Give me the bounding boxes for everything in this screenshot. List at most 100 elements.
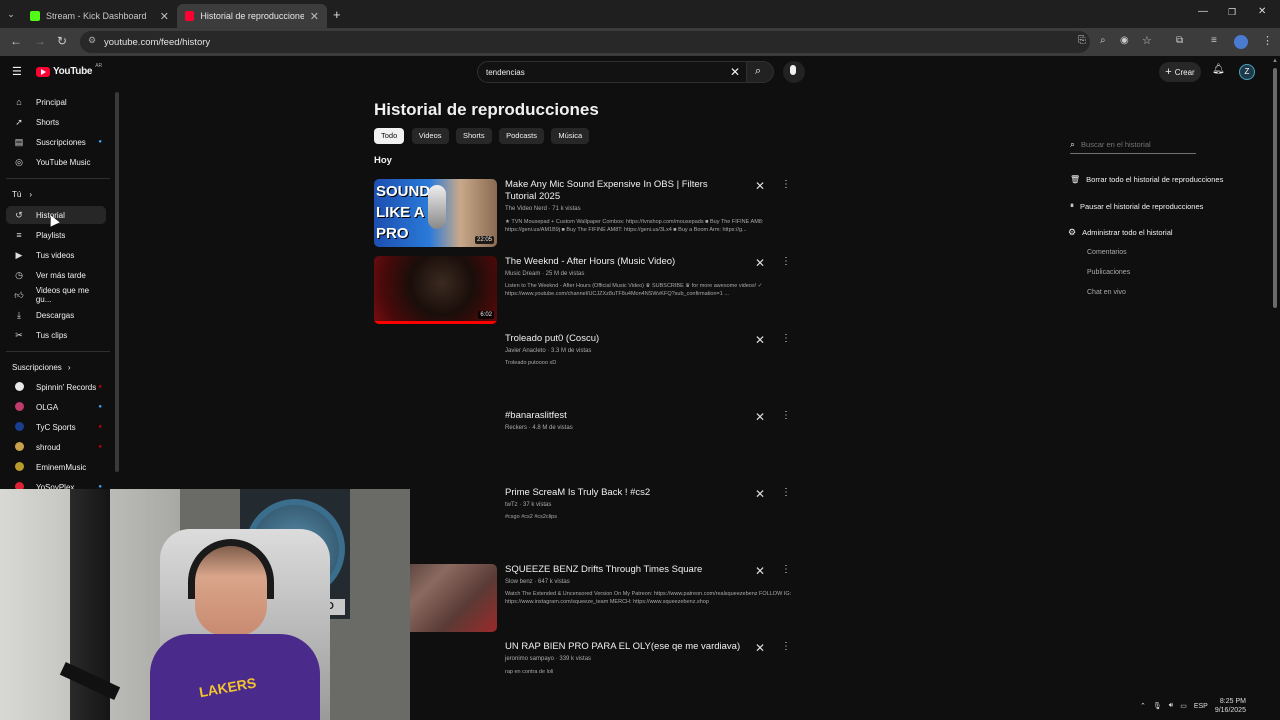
- close-window-icon[interactable]: ✕: [1258, 6, 1266, 17]
- video-thumbnail[interactable]: SOUND LIKE A PRO 22:05: [374, 179, 497, 247]
- video-title[interactable]: UN RAP BIEN PRO PARA EL OLY(ese qe me va…: [505, 641, 745, 653]
- sidebar-item-home[interactable]: ⌂ Principal: [6, 93, 106, 111]
- history-video-item[interactable]: #banaraslitfest Reckers · 4.8 M de vista…: [374, 410, 814, 480]
- media-control-icon[interactable]: ≡: [1211, 35, 1217, 46]
- sidebar-item-shorts[interactable]: ➚ Shorts: [6, 113, 106, 131]
- search-input[interactable]: tendencias: [486, 68, 525, 77]
- tab-list-icon[interactable]: ⌄: [0, 9, 22, 20]
- language-indicator[interactable]: ESP: [1194, 703, 1208, 710]
- more-actions-icon[interactable]: ⋮: [781, 333, 791, 344]
- more-actions-icon[interactable]: ⋮: [781, 179, 791, 190]
- hamburger-menu-icon[interactable]: ☰: [12, 65, 22, 78]
- sidebar-item-clips[interactable]: ✂ Tus clips: [6, 326, 106, 344]
- extensions-icon[interactable]: ⧉: [1176, 35, 1183, 46]
- chip-shorts[interactable]: Shorts: [455, 128, 492, 144]
- zoom-icon[interactable]: ⌕: [1100, 35, 1106, 46]
- chip-all[interactable]: Todo: [374, 128, 405, 144]
- notifications-bell-icon[interactable]: 🔔︎: [1212, 64, 1225, 75]
- chip-podcasts[interactable]: Podcasts: [499, 128, 544, 144]
- microphone-tray-icon[interactable]: 🎙︎: [1153, 702, 1162, 710]
- more-actions-icon[interactable]: ⋮: [781, 641, 791, 652]
- voice-search-button[interactable]: [783, 61, 805, 83]
- volume-icon[interactable]: 🔊︎: [1169, 702, 1173, 710]
- tray-overflow-icon[interactable]: ⌃: [1140, 702, 1146, 710]
- remove-from-history-icon[interactable]: ✕: [755, 564, 765, 578]
- video-meta[interactable]: Javier Anacleto · 3.3 M de vistas: [505, 348, 591, 354]
- display-icon[interactable]: ▭: [1180, 702, 1187, 710]
- tab-history[interactable]: Historial de reproducciones - Y ✕: [177, 4, 327, 28]
- video-title[interactable]: The Weeknd - After Hours (Music Video): [505, 256, 735, 268]
- history-video-item[interactable]: Prime ScreaM Is Truly Back ! #cs2 twTz ·…: [374, 487, 814, 557]
- video-title[interactable]: #banaraslitfest: [505, 410, 735, 422]
- video-meta[interactable]: Music Dream · 25 M de vistas: [505, 271, 584, 277]
- remove-from-history-icon[interactable]: ✕: [755, 410, 765, 424]
- chip-videos[interactable]: Videos: [411, 128, 449, 144]
- remove-from-history-icon[interactable]: ✕: [755, 487, 765, 501]
- chip-music[interactable]: Música: [551, 128, 590, 144]
- history-video-item[interactable]: Troleado put0 (Coscu) Javier Anacleto · …: [374, 333, 814, 403]
- sidebar-subscriptions-header[interactable]: Suscripciones ›: [6, 358, 106, 376]
- manage-posts-link[interactable]: Publicaciones: [1087, 269, 1130, 276]
- history-video-item[interactable]: UN RAP BIEN PRO PARA EL OLY(ese qe me va…: [374, 641, 814, 701]
- browser-menu-icon[interactable]: ⋮: [1262, 34, 1273, 47]
- url-field[interactable]: ⚙ youtube.com/feed/history ⎘ ⌕ ◉ ☆: [80, 31, 1152, 53]
- history-search-input[interactable]: [1081, 140, 1190, 149]
- sidebar-item-downloads[interactable]: ⤓ Descargas: [6, 306, 106, 324]
- video-meta[interactable]: twTz · 37 k vistas: [505, 502, 551, 508]
- sidebar-item-your-videos[interactable]: ▶ Tus videos: [6, 246, 106, 264]
- page-scrollbar[interactable]: ▲: [1270, 56, 1280, 700]
- restore-icon[interactable]: ❐: [1228, 7, 1236, 18]
- sidebar-channel[interactable]: TyC Sports ●: [6, 418, 106, 436]
- sidebar-channel[interactable]: EminemMusic: [6, 458, 106, 476]
- sidebar-you-header[interactable]: Tú ›: [6, 185, 106, 203]
- account-avatar[interactable]: Z: [1239, 64, 1255, 80]
- history-video-item[interactable]: SQUEEZE BENZ Drifts Through Times Square…: [374, 564, 814, 634]
- install-icon[interactable]: ⎘: [1078, 35, 1086, 46]
- close-tab-icon[interactable]: ✕: [310, 10, 319, 23]
- youtube-logo[interactable]: YouTube AR: [36, 63, 102, 77]
- back-icon[interactable]: ←: [10, 34, 22, 48]
- more-actions-icon[interactable]: ⋮: [781, 410, 791, 421]
- video-title[interactable]: Prime ScreaM Is Truly Back ! #cs2: [505, 487, 735, 499]
- scrollbar-thumb[interactable]: [1273, 68, 1277, 308]
- sidebar-channel[interactable]: Spinnin' Records ●: [6, 378, 106, 396]
- video-title[interactable]: SQUEEZE BENZ Drifts Through Times Square: [505, 564, 735, 576]
- pause-history-button[interactable]: ⏸︎ Pausar el historial de reproducciones: [1070, 201, 1203, 211]
- scroll-up-icon[interactable]: ▲: [1272, 58, 1278, 64]
- video-meta[interactable]: jeronimo sampayo · 339 k vistas: [505, 656, 591, 662]
- search-box[interactable]: tendencias ✕: [477, 61, 747, 83]
- more-actions-icon[interactable]: ⋮: [781, 487, 791, 498]
- sidebar-item-subscriptions[interactable]: ▤ Suscripciones ●: [6, 133, 106, 151]
- manage-comments-link[interactable]: Comentarios: [1087, 249, 1127, 256]
- minimize-icon[interactable]: —: [1198, 6, 1208, 17]
- clock[interactable]: 8:25 PM 9/16/2025: [1215, 697, 1246, 715]
- sidebar-item-playlists[interactable]: ≡ Playlists: [6, 226, 106, 244]
- history-video-item[interactable]: SOUND LIKE A PRO 22:05 Make Any Mic Soun…: [374, 179, 814, 249]
- sidebar-scrollbar[interactable]: [115, 92, 119, 472]
- search-button[interactable]: ⌕: [746, 61, 774, 83]
- bookmark-star-icon[interactable]: ☆: [1142, 34, 1152, 47]
- sidebar-channel[interactable]: OLGA ●: [6, 398, 106, 416]
- reload-icon[interactable]: ↻: [57, 34, 67, 48]
- more-actions-icon[interactable]: ⋮: [781, 256, 791, 267]
- create-button[interactable]: + Crear: [1159, 62, 1201, 82]
- video-meta[interactable]: Reckers · 4.8 M de vistas: [505, 425, 573, 431]
- remove-from-history-icon[interactable]: ✕: [755, 641, 765, 655]
- more-actions-icon[interactable]: ⋮: [781, 564, 791, 575]
- clear-search-icon[interactable]: ✕: [730, 65, 740, 79]
- history-video-item[interactable]: 6:02 The Weeknd - After Hours (Music Vid…: [374, 256, 814, 326]
- new-tab-icon[interactable]: +: [333, 7, 341, 22]
- clear-history-button[interactable]: 🗑︎ Borrar todo el historial de reproducci…: [1070, 175, 1223, 184]
- sidebar-item-liked[interactable]: 👍︎ Videos que me gu...: [6, 286, 106, 304]
- tab-kick[interactable]: Stream - Kick Dashboard ✕: [22, 4, 177, 28]
- history-search[interactable]: ⌕: [1070, 136, 1196, 154]
- sidebar-item-watch-later[interactable]: ◷ Ver más tarde: [6, 266, 106, 284]
- video-title[interactable]: Troleado put0 (Coscu): [505, 333, 735, 345]
- video-title[interactable]: Make Any Mic Sound Expensive In OBS | Fi…: [505, 179, 735, 203]
- remove-from-history-icon[interactable]: ✕: [755, 333, 765, 347]
- remove-from-history-icon[interactable]: ✕: [755, 256, 765, 270]
- video-meta[interactable]: Slow benz · 647 k vistas: [505, 579, 570, 585]
- forward-icon[interactable]: →: [34, 34, 46, 48]
- manage-live-chat-link[interactable]: Chat en vivo: [1087, 289, 1126, 296]
- manage-history-button[interactable]: ⚙ Administrar todo el historial: [1068, 227, 1173, 238]
